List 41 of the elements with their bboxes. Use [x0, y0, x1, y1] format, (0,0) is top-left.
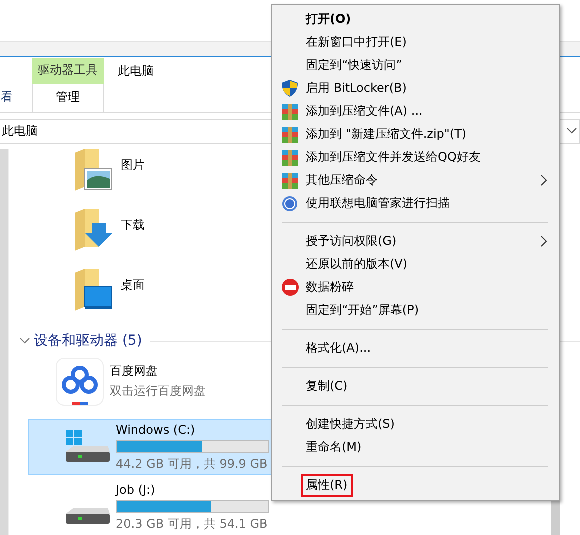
archive-icon: [282, 126, 298, 142]
archive-icon: [282, 150, 298, 166]
menu-item[interactable]: 还原以前的版本(V): [272, 253, 559, 276]
ribbon-tab[interactable]: 管理: [32, 84, 104, 112]
shred-icon: [282, 279, 299, 296]
menu-item[interactable]: 在新窗口中打开(E): [272, 31, 559, 54]
folder-name: 下载: [121, 217, 145, 234]
menu-item[interactable]: 其他压缩命令: [272, 169, 559, 192]
menu-item[interactable]: 启用 BitLocker(B): [272, 77, 559, 100]
menu-item[interactable]: 固定到“快速访问”: [272, 54, 559, 77]
device-subtitle: 双击运行百度网盘: [110, 383, 206, 400]
archive-icon: [282, 104, 298, 120]
cloud-app-icon: [56, 358, 104, 406]
menu-item[interactable]: 添加到 "新建压缩文件.zip"(T): [272, 123, 559, 146]
scan-icon: [282, 196, 298, 212]
pictures-folder-icon: [73, 149, 113, 191]
folder-name: 图片: [121, 157, 145, 174]
menu-item[interactable]: 固定到“开始”屏幕(P): [272, 299, 559, 322]
menu-item[interactable]: 使用联想电脑管家进行扫描: [272, 192, 559, 215]
chevron-icon[interactable]: [20, 338, 30, 344]
address-path: 此电脑: [2, 122, 38, 140]
section-title: 设备和驱动器 (5): [34, 332, 142, 350]
archive-icon: [282, 172, 298, 188]
capacity-text: 20.3 GB 可用，共 54.1 GB: [116, 516, 269, 533]
desktop-folder-icon: [73, 269, 113, 311]
contextual-tab-group: 驱动器工具: [32, 58, 104, 84]
menu-item[interactable]: 格式化(A)...: [272, 337, 559, 360]
ribbon-tab[interactable]: 此电脑: [118, 63, 154, 80]
capacity-text: 44.2 GB 可用，共 99.9 GB: [116, 456, 269, 473]
device-name: 百度网盘: [110, 363, 159, 380]
folder-name: 桌面: [121, 277, 145, 294]
menu-item[interactable]: 打开(O): [272, 8, 559, 31]
menu-item[interactable]: 添加到压缩文件并发送给QQ好友: [272, 146, 559, 169]
device-name: Job (J:): [116, 483, 156, 497]
menu-item[interactable]: 授予访问权限(G): [272, 230, 559, 253]
downloads-folder-icon: [73, 209, 113, 251]
menu-item[interactable]: 数据粉碎: [272, 276, 559, 299]
dropdown-icon[interactable]: [567, 128, 577, 134]
device-name: Windows (C:): [116, 423, 196, 437]
shield-icon: [282, 80, 298, 97]
navigation-scrollbar[interactable]: [0, 149, 9, 535]
